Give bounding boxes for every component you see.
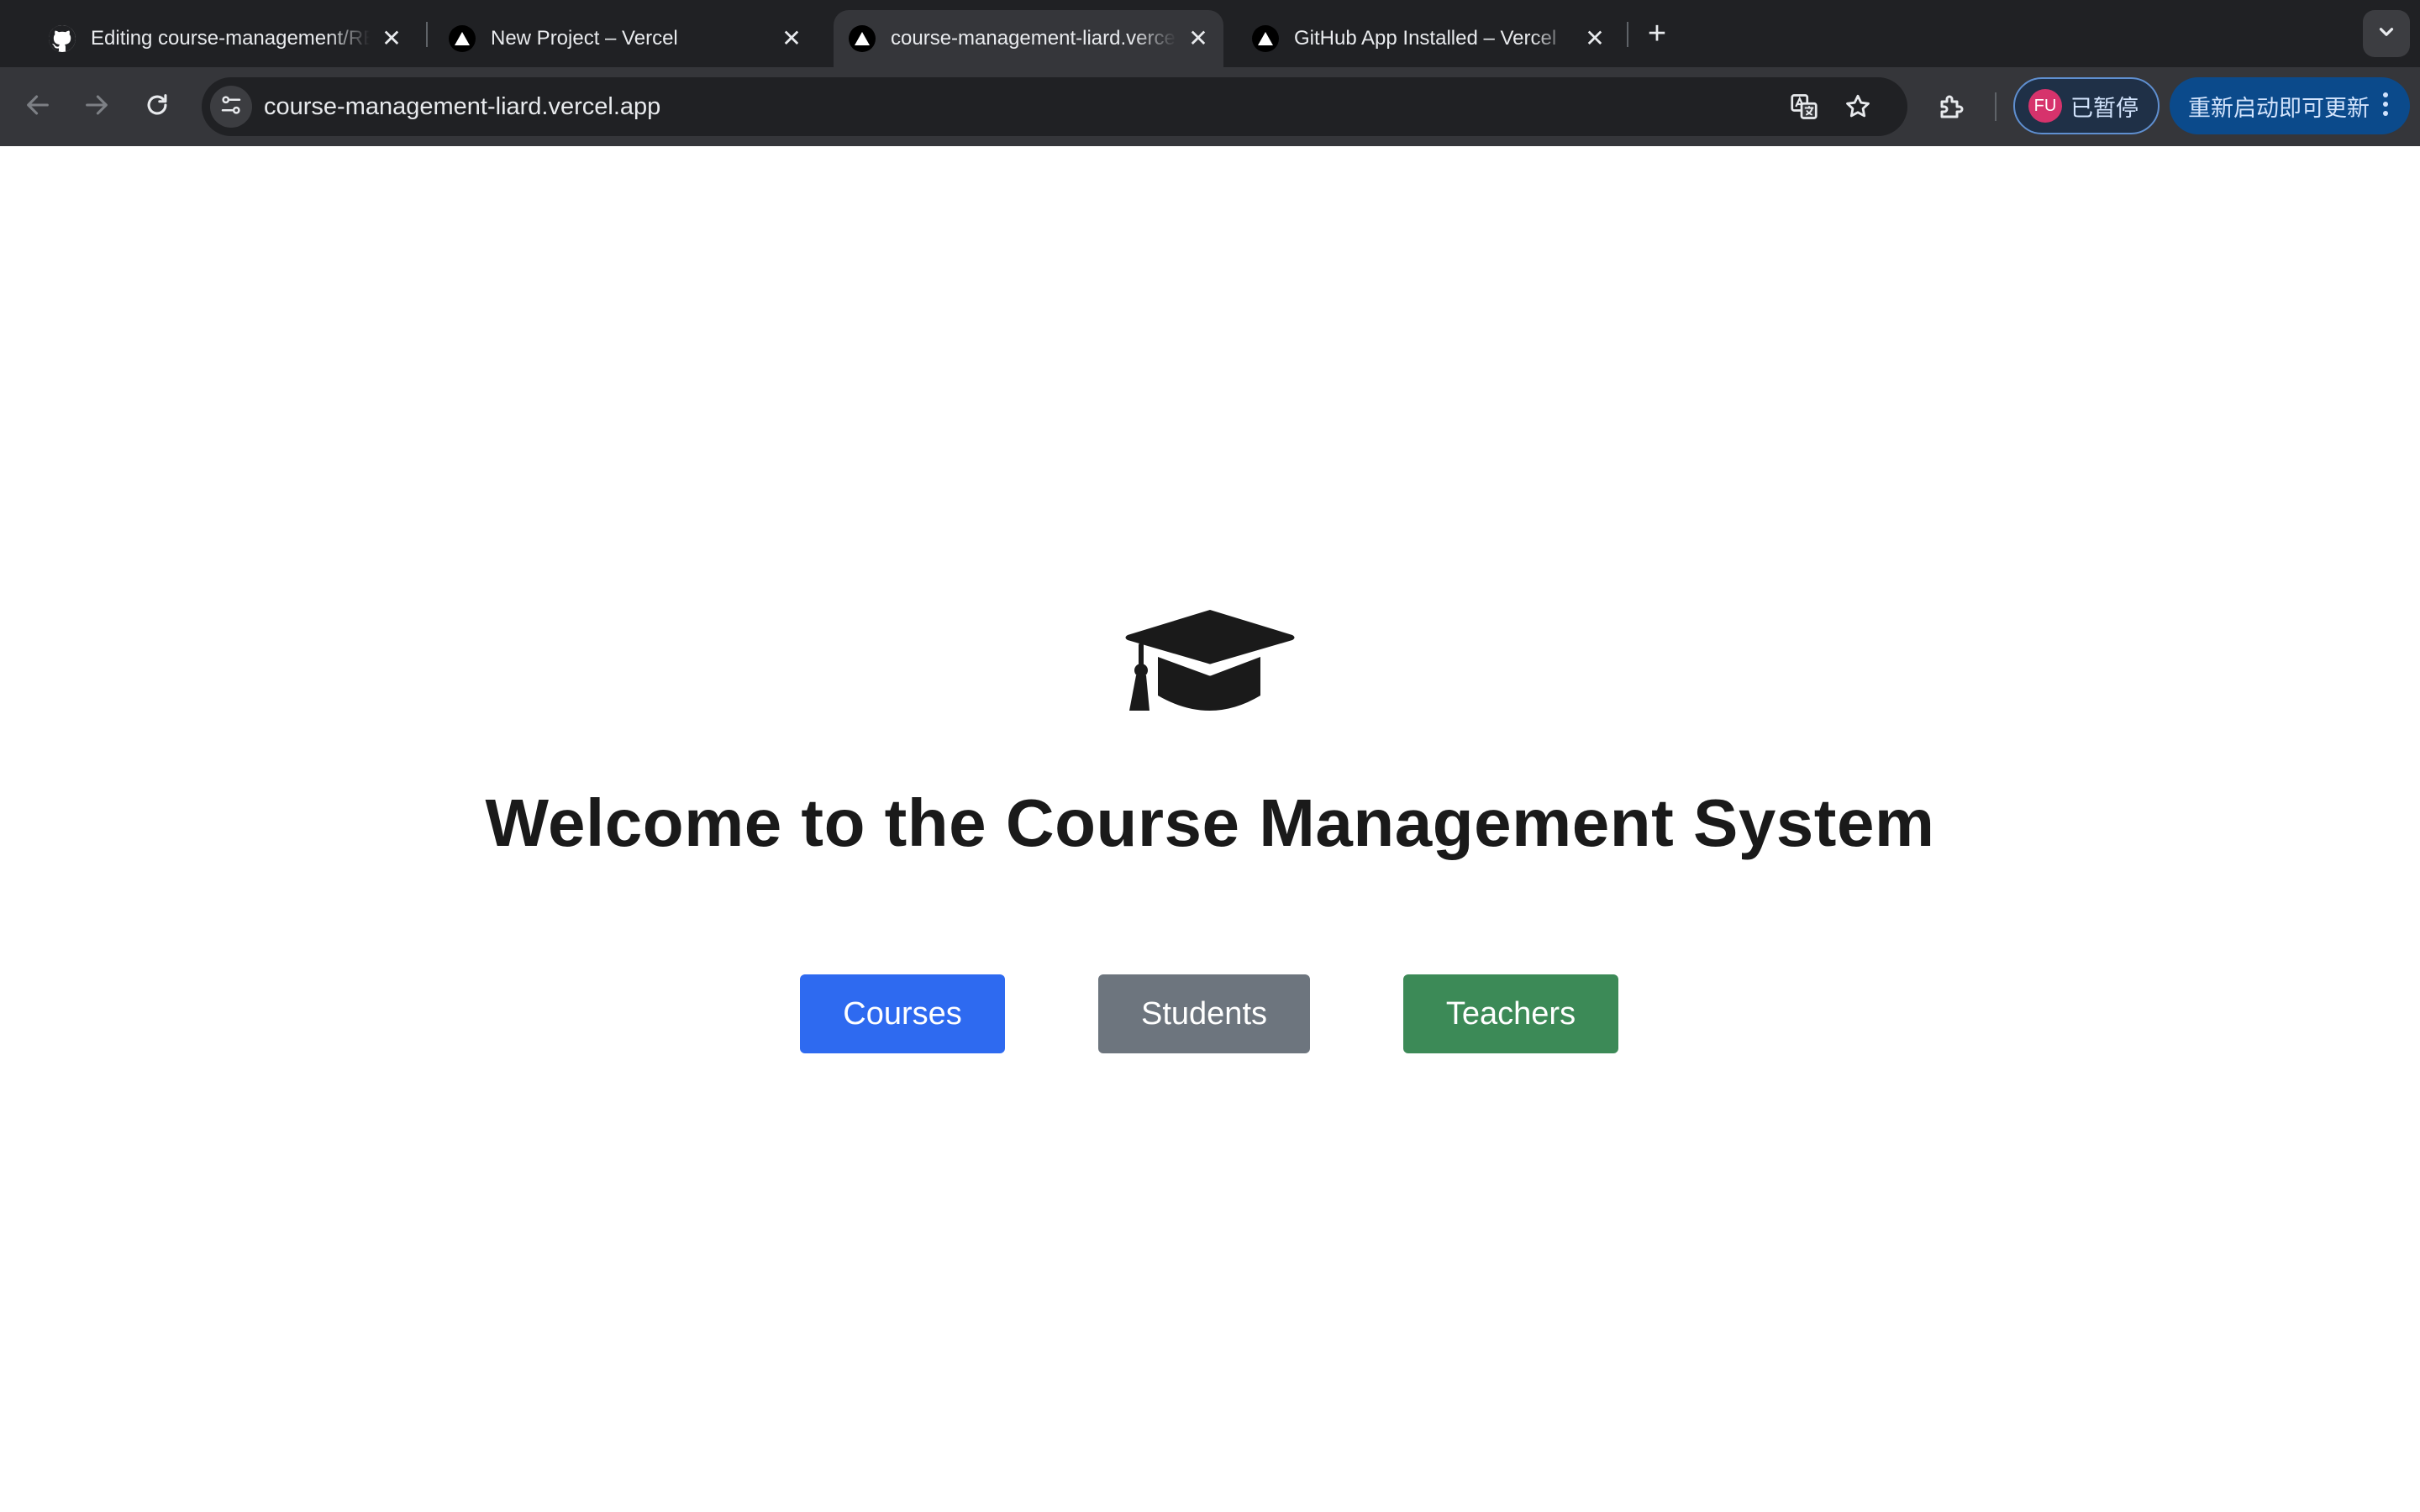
translate-icon[interactable] xyxy=(1786,89,1822,124)
site-info-button[interactable] xyxy=(210,86,252,128)
reload-icon xyxy=(143,91,171,123)
teachers-button[interactable]: Teachers xyxy=(1403,974,1618,1053)
tune-icon xyxy=(218,92,244,122)
chevron-down-icon xyxy=(2375,21,2397,47)
page-title: Welcome to the Course Management System xyxy=(485,785,1935,860)
forward-button[interactable] xyxy=(76,86,118,128)
address-bar[interactable]: course-management-liard.vercel.app xyxy=(202,77,1907,136)
students-button[interactable]: Students xyxy=(1098,974,1310,1053)
tab-github-app-installed[interactable]: GitHub App Installed – Vercel ✕ xyxy=(1237,10,1620,67)
tab-title: GitHub App Installed – Vercel xyxy=(1294,27,1557,50)
reload-button[interactable] xyxy=(136,86,178,128)
courses-button[interactable]: Courses xyxy=(800,974,1005,1053)
browser-toolbar: course-management-liard.vercel.app FU 已暂… xyxy=(0,67,2420,146)
close-icon[interactable]: ✕ xyxy=(1580,24,1610,54)
close-icon[interactable]: ✕ xyxy=(376,24,407,54)
extensions-icon[interactable] xyxy=(1933,87,1971,126)
bookmark-star-icon[interactable] xyxy=(1840,89,1876,124)
tab-github-editing[interactable]: Editing course-management/README.md ✕ xyxy=(34,10,417,67)
arrow-left-icon xyxy=(24,91,52,123)
tab-strip: Editing course-management/README.md ✕ Ne… xyxy=(0,0,2420,67)
tab-search-button[interactable] xyxy=(2363,10,2410,57)
vercel-icon xyxy=(449,25,476,52)
close-icon[interactable]: ✕ xyxy=(776,24,807,54)
profile-status: 已暂停 xyxy=(2070,95,2139,121)
new-tab-button[interactable]: + xyxy=(1640,15,1674,52)
tab-title: New Project – Vercel xyxy=(491,27,678,50)
graduation-cap-icon xyxy=(1124,608,1296,714)
tab-title: Editing course-management/README.md xyxy=(91,27,370,50)
github-icon xyxy=(49,25,76,52)
tab-course-management[interactable]: course-management-liard.vercel.app ✕ xyxy=(834,10,1223,67)
tab-separator xyxy=(426,22,428,47)
vercel-icon xyxy=(1252,25,1279,52)
page-content: Welcome to the Course Management System … xyxy=(0,146,2420,1512)
profile-button[interactable]: FU 已暂停 xyxy=(2013,77,2160,134)
vercel-icon xyxy=(849,25,876,52)
avatar: FU xyxy=(2028,89,2062,123)
update-button[interactable]: 重新启动即可更新 xyxy=(2170,77,2410,134)
tab-title: course-management-liard.vercel.app xyxy=(891,27,1176,50)
url-text[interactable]: course-management-liard.vercel.app xyxy=(264,77,660,136)
tab-new-project-vercel[interactable]: New Project – Vercel ✕ xyxy=(434,10,817,67)
toolbar-separator xyxy=(1995,92,1996,121)
update-label: 重新启动即可更新 xyxy=(2188,95,2370,121)
back-button[interactable] xyxy=(17,86,59,128)
close-icon[interactable]: ✕ xyxy=(1183,24,1213,54)
more-vert-icon[interactable] xyxy=(2381,91,2390,122)
arrow-right-icon xyxy=(82,91,111,123)
tab-separator xyxy=(1627,22,1628,47)
